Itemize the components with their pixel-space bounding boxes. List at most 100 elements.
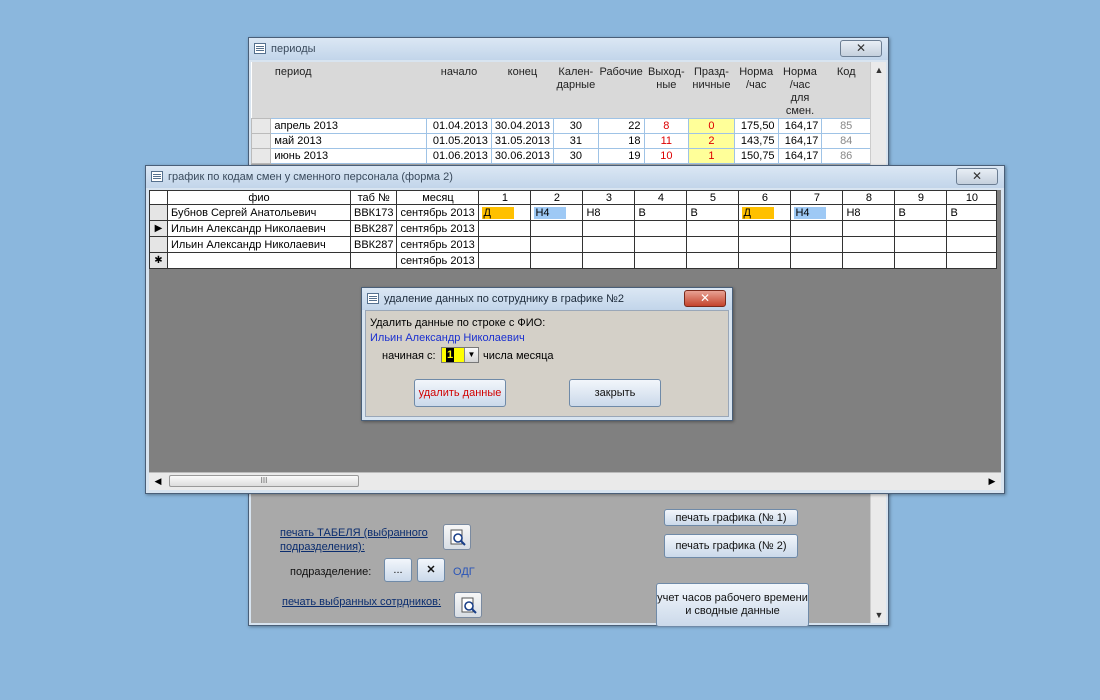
cell-day[interactable] (738, 220, 792, 237)
column-header[interactable]: 6 (738, 190, 792, 205)
column-header[interactable]: 9 (894, 190, 948, 205)
cell-month[interactable]: сентябрь 2013 (396, 220, 480, 237)
cell-day[interactable] (478, 220, 532, 237)
column-header[interactable]: конец (491, 62, 554, 119)
cell-code[interactable]: 85 (821, 118, 871, 134)
cell-calendar[interactable]: 31 (552, 133, 599, 149)
cell-day[interactable] (686, 252, 740, 269)
column-header[interactable]: Норма /час для смен. (778, 62, 822, 119)
cell-day[interactable] (530, 220, 584, 237)
cell-day[interactable]: В (686, 204, 740, 221)
cell-name[interactable]: Ильин Александр Николаевич (167, 220, 351, 237)
cell-day[interactable] (842, 236, 896, 253)
cell-end[interactable]: 30.06.2013 (490, 148, 554, 164)
cell-end[interactable]: 31.05.2013 (490, 133, 554, 149)
cell-norm-shift[interactable]: 164,17 (777, 148, 823, 164)
cell-tab[interactable]: ВВК287 (349, 220, 398, 237)
division-browse-button[interactable]: ... (384, 558, 412, 582)
cell-day[interactable] (634, 220, 688, 237)
start-day-select[interactable]: 1 ▼ (441, 347, 479, 363)
cell-tab[interactable]: ВВК287 (349, 236, 398, 253)
cell-holiday[interactable]: 2 (688, 133, 735, 149)
close-button[interactable]: ✕ (840, 40, 882, 57)
cell-day[interactable] (686, 236, 740, 253)
cell-day[interactable] (582, 236, 636, 253)
scroll-thumb[interactable]: III (169, 475, 359, 487)
cell-day[interactable]: В (946, 204, 998, 221)
cell-start[interactable]: 01.06.2013 (426, 148, 492, 164)
working-hours-button[interactable]: учет часов рабочего времени и сводные да… (656, 583, 809, 627)
cell-day[interactable] (738, 252, 792, 269)
print-schedule-2-button[interactable]: печать графика (№ 2) (664, 534, 798, 558)
cell-norm[interactable]: 150,75 (733, 148, 779, 164)
cell-working[interactable]: 22 (597, 118, 645, 134)
column-header[interactable]: месяц (396, 190, 480, 205)
table-row[interactable]: ▶ Ильин Александр Николаевич ВВК287 сентябр… (149, 220, 998, 237)
cell-name[interactable]: Бубнов Сергей Анатольевич (167, 204, 351, 221)
column-header[interactable]: 1 (478, 190, 532, 205)
close-button[interactable]: ✕ (684, 290, 726, 307)
scroll-left-icon[interactable]: ◀ (149, 473, 167, 490)
column-header[interactable]: период (270, 62, 427, 119)
print-schedule-1-button[interactable]: печать графика (№ 1) (664, 509, 798, 526)
cell-code[interactable]: 86 (821, 148, 871, 164)
delete-data-button[interactable]: удалить данные (414, 379, 506, 407)
scroll-up-icon[interactable]: ▲ (871, 62, 887, 78)
cell-day[interactable] (634, 236, 688, 253)
cell-day[interactable] (894, 236, 948, 253)
cell-day[interactable] (686, 220, 740, 237)
cell-day[interactable] (738, 236, 792, 253)
cell-end[interactable]: 30.04.2013 (490, 118, 554, 134)
close-button[interactable]: ✕ (956, 168, 998, 185)
column-header[interactable]: Рабочие (598, 62, 645, 119)
column-header[interactable]: 10 (946, 190, 998, 205)
column-header[interactable]: Код (821, 62, 871, 119)
cell-day[interactable]: Н4 (530, 204, 584, 221)
column-header[interactable]: 2 (530, 190, 584, 205)
scroll-down-icon[interactable]: ▼ (871, 607, 887, 623)
cell-month[interactable]: сентябрь 2013 (396, 204, 480, 221)
cell-norm-shift[interactable]: 164,17 (777, 118, 823, 134)
cell-day[interactable] (634, 252, 688, 269)
cell-period[interactable]: июнь 2013 (270, 148, 428, 164)
cell-month[interactable]: сентябрь 2013 (396, 236, 480, 253)
cell-name[interactable]: Ильин Александр Николаевич (167, 236, 351, 253)
cell-month[interactable]: сентябрь 2013 (396, 252, 480, 269)
print-selected-link[interactable]: печать выбранных сотрдников: (282, 595, 452, 609)
column-header[interactable]: 3 (582, 190, 636, 205)
cell-day[interactable] (894, 252, 948, 269)
cell-day[interactable]: В (634, 204, 688, 221)
row-selector[interactable] (250, 118, 272, 134)
cell-day[interactable] (530, 252, 584, 269)
row-marker[interactable]: ▶ (149, 220, 168, 237)
row-selector[interactable] (250, 148, 272, 164)
cell-norm-shift[interactable]: 164,17 (777, 133, 823, 149)
close-dialog-button[interactable]: закрыть (569, 379, 661, 407)
cell-day[interactable]: Н8 (582, 204, 636, 221)
cell-tab[interactable] (349, 252, 398, 269)
print-timesheet-link[interactable]: печать ТАБЕЛЯ (выбранного подразделения)… (280, 526, 440, 554)
table-row[interactable]: Бубнов Сергей Анатольевич ВВК173 сентябрь … (149, 204, 998, 221)
column-header[interactable]: 4 (634, 190, 688, 205)
cell-day[interactable]: В (894, 204, 948, 221)
row-marker[interactable] (149, 204, 168, 221)
cell-day[interactable] (790, 252, 844, 269)
table-row[interactable]: ✱ сентябрь 2013 (149, 252, 998, 269)
cell-start[interactable]: 01.05.2013 (426, 133, 492, 149)
cell-day[interactable]: Н4 (790, 204, 844, 221)
column-header[interactable]: 5 (686, 190, 740, 205)
print-preview-timesheet-button[interactable] (443, 524, 471, 550)
column-header[interactable]: Празд- ничные (688, 62, 735, 119)
cell-norm[interactable]: 175,50 (733, 118, 779, 134)
column-header[interactable]: 8 (842, 190, 896, 205)
cell-day[interactable] (478, 236, 532, 253)
horizontal-scrollbar[interactable]: ◀ III ▶ (149, 472, 1001, 490)
row-marker[interactable] (149, 236, 168, 253)
column-header[interactable]: Кален- дарные (553, 62, 599, 119)
scroll-right-icon[interactable]: ▶ (983, 473, 1001, 490)
cell-day[interactable] (842, 252, 896, 269)
column-header[interactable]: 7 (790, 190, 844, 205)
cell-day[interactable] (894, 220, 948, 237)
table-row[interactable]: Ильин Александр Николаевич ВВК287 сентябрь… (149, 236, 998, 253)
cell-norm[interactable]: 143,75 (733, 133, 779, 149)
